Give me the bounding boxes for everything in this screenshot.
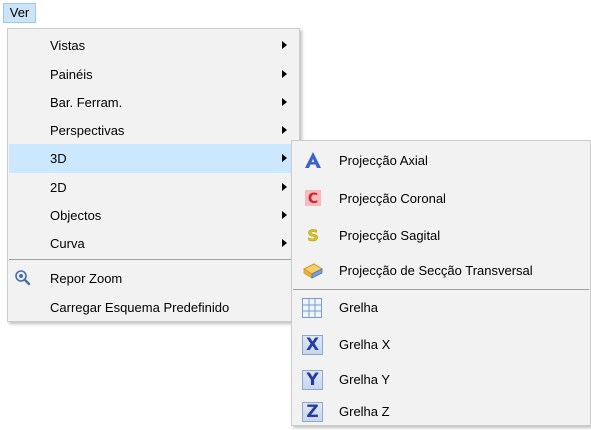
submenu-arrow-icon bbox=[282, 70, 287, 78]
grid-z-icon: Z bbox=[302, 402, 323, 422]
menu-item-projeccao-axial[interactable]: Projecção Axial bbox=[293, 146, 589, 175]
cross-section-icon bbox=[302, 260, 324, 280]
menu-item-objectos[interactable]: Objectos bbox=[9, 201, 298, 230]
menu-item-carregar-esquema[interactable]: Carregar Esquema Predefinido bbox=[9, 293, 298, 322]
menu-item-label: Projecção Sagital bbox=[339, 228, 441, 243]
menu-item-label: Projecção Axial bbox=[339, 153, 428, 168]
ver-menu: Vistas Painéis Bar. Ferram. Perspectivas… bbox=[7, 28, 300, 322]
submenu-arrow-icon bbox=[282, 239, 287, 247]
submenu-arrow-icon bbox=[282, 211, 287, 219]
menu-item-label: Perspectivas bbox=[50, 123, 125, 138]
menu-item-repor-zoom[interactable]: Repor Zoom bbox=[9, 264, 298, 293]
menu-item-grelha-z[interactable]: Z Grelha Z bbox=[293, 397, 589, 426]
menu-separator bbox=[9, 259, 298, 260]
menu-item-label: Repor Zoom bbox=[50, 271, 123, 286]
submenu-arrow-icon bbox=[282, 41, 287, 49]
menu-item-projeccao-coronal[interactable]: C Projecção Coronal bbox=[293, 184, 589, 213]
menu-item-label: Grelha bbox=[339, 300, 379, 315]
menu-separator bbox=[293, 289, 589, 290]
menu-item-label: Curva bbox=[50, 236, 85, 251]
menu-item-grelha[interactable]: Grelha bbox=[293, 293, 589, 322]
menu-item-3d[interactable]: 3D bbox=[9, 144, 298, 173]
menu-item-label: Painéis bbox=[50, 67, 93, 82]
zoom-reset-icon bbox=[13, 268, 33, 288]
menu-item-label: 2D bbox=[50, 180, 67, 195]
menu-item-label: Carregar Esquema Predefinido bbox=[50, 300, 230, 315]
grid-icon bbox=[302, 298, 322, 318]
menu-item-perspectivas[interactable]: Perspectivas bbox=[9, 116, 298, 145]
submenu-3d: Projecção Axial C Projecção Coronal S Pr… bbox=[291, 140, 591, 426]
menu-item-grelha-y[interactable]: Y Grelha Y bbox=[293, 365, 589, 394]
menu-item-label: Vistas bbox=[50, 38, 86, 53]
submenu-arrow-icon bbox=[282, 183, 287, 191]
menu-bar: Ver bbox=[0, 0, 591, 23]
grid-x-icon: X bbox=[302, 335, 323, 355]
sagittal-projection-icon: S bbox=[303, 225, 323, 245]
menu-item-label: Bar. Ferram. bbox=[50, 95, 123, 110]
axial-projection-icon bbox=[303, 150, 323, 170]
menu-item-projeccao-sagital[interactable]: S Projecção Sagital bbox=[293, 221, 589, 250]
svg-text:S: S bbox=[307, 226, 319, 245]
svg-text:C: C bbox=[308, 191, 318, 207]
menu-item-label: Grelha X bbox=[339, 337, 391, 352]
menu-ver[interactable]: Ver bbox=[3, 3, 36, 23]
menu-item-grelha-x[interactable]: X Grelha X bbox=[293, 330, 589, 359]
menu-item-paineis[interactable]: Painéis bbox=[9, 60, 298, 89]
menu-item-label: Projecção de Secção Transversal bbox=[339, 263, 533, 278]
menu-item-curva[interactable]: Curva bbox=[9, 229, 298, 258]
coronal-projection-icon: C bbox=[303, 188, 323, 208]
submenu-arrow-icon bbox=[282, 98, 287, 106]
menu-item-label: Grelha Y bbox=[339, 372, 391, 387]
menu-item-bar-ferram[interactable]: Bar. Ferram. bbox=[9, 88, 298, 117]
submenu-arrow-icon bbox=[282, 154, 287, 162]
menu-item-vistas[interactable]: Vistas bbox=[9, 31, 298, 60]
menu-item-label: 3D bbox=[50, 151, 67, 166]
menu-item-label: Objectos bbox=[50, 208, 102, 223]
grid-y-icon: Y bbox=[302, 370, 323, 390]
menu-item-label: Grelha Z bbox=[339, 404, 390, 419]
menu-item-label: Projecção Coronal bbox=[339, 191, 446, 206]
menu-item-projeccao-seccao-transversal[interactable]: Projecção de Secção Transversal bbox=[293, 256, 589, 285]
menu-item-2d[interactable]: 2D bbox=[9, 173, 298, 202]
submenu-arrow-icon bbox=[282, 126, 287, 134]
